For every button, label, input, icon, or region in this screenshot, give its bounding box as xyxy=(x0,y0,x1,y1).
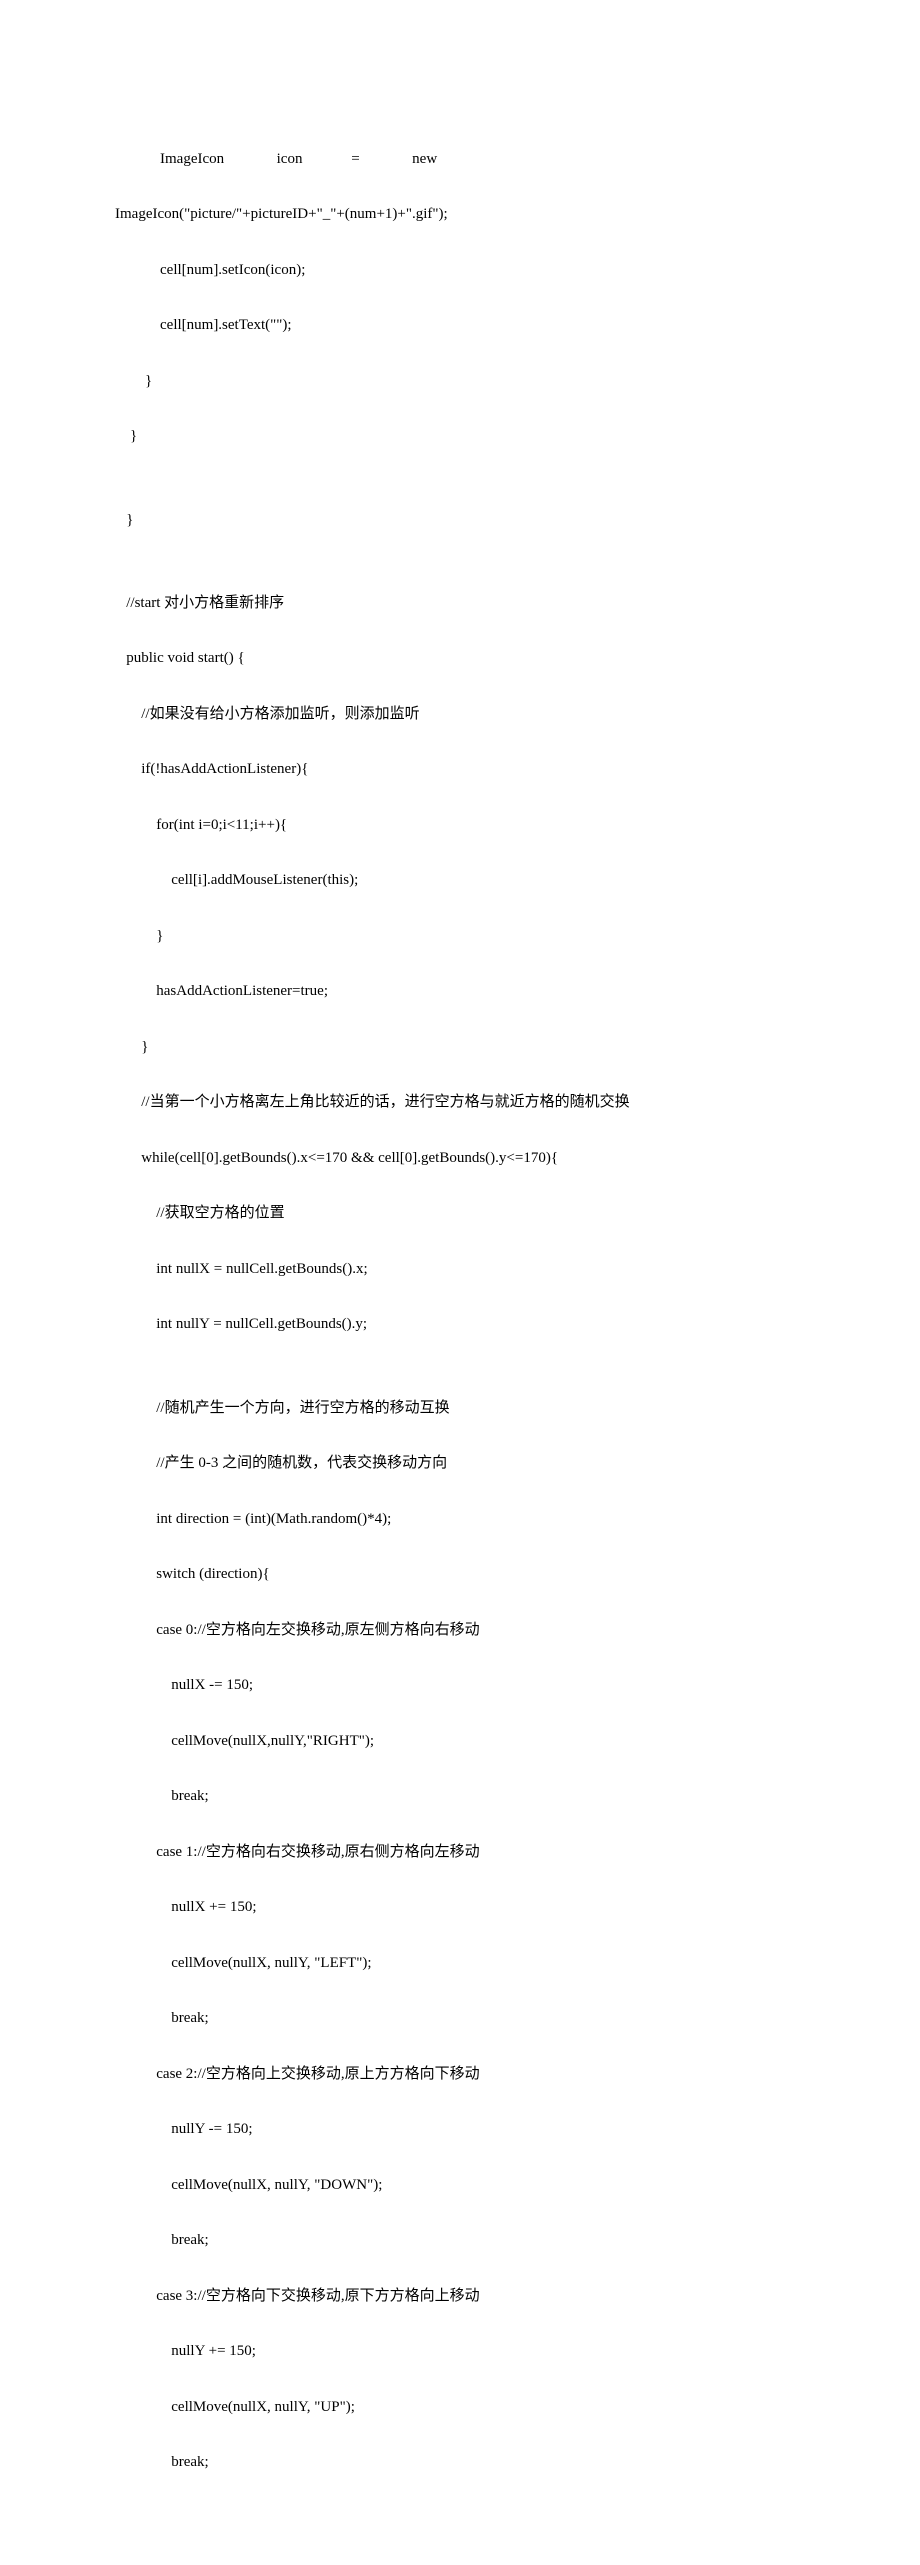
code-line: //start 对小方格重新排序 xyxy=(115,590,805,618)
code-line: break; xyxy=(115,1783,805,1811)
code-line: case 3://空方格向下交换移动,原下方方格向上移动 xyxy=(115,2283,805,2311)
code-line: for(int i=0;i<11;i++){ xyxy=(115,812,805,840)
code-line: cellMove(nullX,nullY,"RIGHT"); xyxy=(115,1728,805,1756)
code-line: } xyxy=(115,368,805,396)
code-line: public void start() { xyxy=(115,645,805,673)
code-line: if(!hasAddActionListener){ xyxy=(115,756,805,784)
code-line: //随机产生一个方向，进行空方格的移动互换 xyxy=(115,1395,805,1423)
code-line: cell[i].addMouseListener(this); xyxy=(115,867,805,895)
code-line: //产生 0-3 之间的随机数，代表交换移动方向 xyxy=(115,1450,805,1478)
code-line: int nullX = nullCell.getBounds().x; xyxy=(115,1256,805,1284)
code-line: int nullY = nullCell.getBounds().y; xyxy=(115,1311,805,1339)
code-line: break; xyxy=(115,2227,805,2255)
code-line: case 2://空方格向上交换移动,原上方方格向下移动 xyxy=(115,2061,805,2089)
code-line: int direction = (int)(Math.random()*4); xyxy=(115,1506,805,1534)
code-line: ImageIcon icon = new xyxy=(115,146,805,174)
code-line: break; xyxy=(115,2449,805,2477)
code-line: //如果没有给小方格添加监听，则添加监听 xyxy=(115,701,805,729)
code-line: //获取空方格的位置 xyxy=(115,1200,805,1228)
code-line: cell[num].setText(""); xyxy=(115,312,805,340)
code-line: nullX -= 150; xyxy=(115,1672,805,1700)
code-line: ImageIcon("picture/"+pictureID+"_"+(num+… xyxy=(115,201,805,229)
code-line: case 0://空方格向左交换移动,原左侧方格向右移动 xyxy=(115,1617,805,1645)
code-line: nullX += 150; xyxy=(115,1894,805,1922)
code-line: while(cell[0].getBounds().x<=170 && cell… xyxy=(115,1145,805,1173)
code-line: cellMove(nullX, nullY, "LEFT"); xyxy=(115,1950,805,1978)
code-line: case 1://空方格向右交换移动,原右侧方格向左移动 xyxy=(115,1839,805,1867)
code-line: } xyxy=(115,423,805,451)
code-line: //当第一个小方格离左上角比较近的话，进行空方格与就近方格的随机交换 xyxy=(115,1089,805,1117)
code-line: break; xyxy=(115,2005,805,2033)
code-line: cell[num].setIcon(icon); xyxy=(115,257,805,285)
code-line: cellMove(nullX, nullY, "DOWN"); xyxy=(115,2172,805,2200)
document-page: ImageIcon icon = new ImageIcon("picture/… xyxy=(0,0,920,2565)
code-line: } xyxy=(115,507,805,535)
code-line: hasAddActionListener=true; xyxy=(115,978,805,1006)
code-line: nullY -= 150; xyxy=(115,2116,805,2144)
code-line: } xyxy=(115,923,805,951)
code-line: switch (direction){ xyxy=(115,1561,805,1589)
code-line: } xyxy=(115,1034,805,1062)
code-line: nullY += 150; xyxy=(115,2338,805,2366)
code-line: cellMove(nullX, nullY, "UP"); xyxy=(115,2394,805,2422)
